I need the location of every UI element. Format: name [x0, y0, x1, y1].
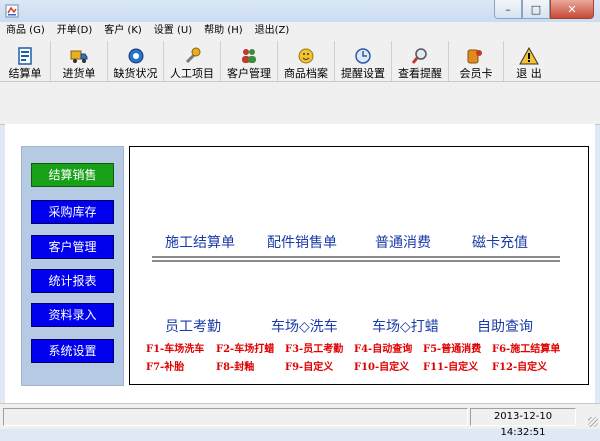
menu-billing[interactable]: 开单(D) — [51, 23, 99, 39]
function-panel: 施工结算单 配件销售单 普通消费 磁卡充值 员工考勤 车场◇洗车 车场◇打蜡 自… — [129, 146, 589, 385]
menu-bar: 商品 (G) 开单(D) 客户 (K) 设置 (U) 帮助 (H) 退出(Z) — [0, 22, 600, 40]
toolbar-labor-button[interactable]: 人工项目 — [164, 41, 221, 81]
sidebar: 结算销售 采购库存 客户管理 统计报表 资料录入 系统设置 — [21, 146, 124, 386]
gear-icon — [128, 48, 143, 64]
minimize-button[interactable]: – — [494, 0, 522, 19]
divider — [152, 256, 560, 258]
toolbar-reminder-settings-button[interactable]: 提醒设置 — [335, 41, 392, 81]
toolbar-label: 客户管理 — [227, 67, 271, 80]
toolbar-label: 退 出 — [516, 67, 542, 80]
nav-statistics-reports[interactable]: 统计报表 — [31, 269, 114, 293]
menu-goods[interactable]: 商品 (G) — [0, 23, 51, 39]
status-datetime: 2013-12-10 14:32:51 — [470, 408, 576, 438]
toolbar-label: 商品档案 — [284, 67, 328, 80]
fkey-hint: F12-自定义 — [492, 362, 548, 373]
toolbar-label: 缺货状况 — [113, 67, 158, 80]
status-bar: 2013-12-10 14:32:51 — [0, 403, 600, 438]
link-construction-settlement[interactable]: 施工结算单 — [165, 232, 235, 252]
secondary-toolbar-area — [0, 82, 600, 125]
close-button[interactable]: ✕ — [550, 0, 594, 19]
toolbar-shortage-button[interactable]: 缺货状况 — [108, 41, 164, 81]
product-icon — [298, 48, 314, 64]
fkey-hint: F3-员工考勤 — [285, 344, 344, 355]
main-area: 结算销售 采购库存 客户管理 统计报表 资料录入 系统设置 施工结算单 配件销售… — [5, 124, 595, 403]
toolbar-label: 结算单 — [8, 67, 42, 80]
nav-purchase-inventory[interactable]: 采购库存 — [31, 200, 114, 224]
link-employee-attendance[interactable]: 员工考勤 — [165, 316, 221, 336]
fkey-hint: F6-施工结算单 — [492, 344, 561, 355]
magnifier-icon — [411, 48, 427, 64]
toolbar-member-card-button[interactable]: 会员卡 — [449, 41, 504, 81]
nav-system-settings[interactable]: 系统设置 — [31, 339, 114, 363]
toolbar-label: 提醒设置 — [341, 67, 385, 80]
fkey-hint: F4-自动查询 — [354, 344, 413, 355]
link-parts-sales[interactable]: 配件销售单 — [267, 232, 337, 252]
toolbar-view-reminders-button[interactable]: 查看提醒 — [392, 41, 449, 81]
fkey-hint: F8-封釉 — [216, 362, 255, 373]
title-bar: – □ ✕ — [0, 0, 600, 22]
link-car-wash[interactable]: 车场◇洗车 — [271, 316, 338, 336]
truck-icon — [70, 50, 88, 63]
maximize-button[interactable]: □ — [522, 0, 550, 19]
invoice-icon — [18, 47, 32, 65]
toolbar-label: 查看提醒 — [398, 67, 442, 80]
warning-icon — [519, 46, 539, 65]
resize-grip[interactable] — [588, 417, 598, 427]
toolbar-label: 人工项目 — [170, 67, 214, 80]
member-card-icon — [467, 49, 482, 64]
toolbar-label: 会员卡 — [459, 67, 493, 80]
status-message-cell — [3, 408, 468, 426]
menu-customer[interactable]: 客户 (K) — [98, 23, 148, 39]
fkey-hint: F9-自定义 — [285, 362, 334, 373]
fkey-hint: F11-自定义 — [423, 362, 479, 373]
nav-customer-management[interactable]: 客户管理 — [31, 235, 114, 259]
menu-settings[interactable]: 设置 (U) — [148, 23, 198, 39]
fkey-hint: F5-普通消费 — [423, 344, 482, 355]
clock-icon — [355, 48, 371, 64]
toolbar-product-button[interactable]: 商品档案 — [278, 41, 335, 81]
app-icon — [5, 4, 19, 18]
fkey-hint: F7-补胎 — [146, 362, 185, 373]
menu-help[interactable]: 帮助 (H) — [198, 23, 249, 39]
nav-checkout-sales[interactable]: 结算销售 — [31, 163, 114, 187]
menu-exit[interactable]: 退出(Z) — [249, 23, 296, 39]
fkey-hint: F10-自定义 — [354, 362, 410, 373]
toolbar: 结算单 进货单 缺货状况 人工项目 客户管理 商品档案 提醒设置 查看提醒 会员… — [0, 39, 600, 82]
maximize-icon: □ — [530, 2, 542, 16]
toolbar-label: 进货单 — [62, 67, 96, 80]
toolbar-invoice-button[interactable]: 结算单 — [0, 41, 51, 81]
link-self-query[interactable]: 自助查询 — [477, 316, 533, 336]
link-card-recharge[interactable]: 磁卡充值 — [472, 232, 528, 252]
users-icon — [242, 49, 256, 63]
fkey-hint: F1-车场洗车 — [146, 344, 205, 355]
close-icon: ✕ — [567, 2, 577, 16]
minimize-icon: – — [505, 2, 511, 16]
link-normal-consumption[interactable]: 普通消费 — [375, 232, 431, 252]
wrench-icon — [185, 47, 201, 64]
link-car-wax[interactable]: 车场◇打蜡 — [372, 316, 439, 336]
toolbar-customer-button[interactable]: 客户管理 — [221, 41, 278, 81]
divider — [152, 260, 560, 262]
toolbar-exit-button[interactable]: 退 出 — [504, 41, 554, 81]
fkey-hint: F2-车场打蜡 — [216, 344, 275, 355]
toolbar-purchase-button[interactable]: 进货单 — [51, 41, 108, 81]
nav-data-entry[interactable]: 资料录入 — [31, 303, 114, 327]
